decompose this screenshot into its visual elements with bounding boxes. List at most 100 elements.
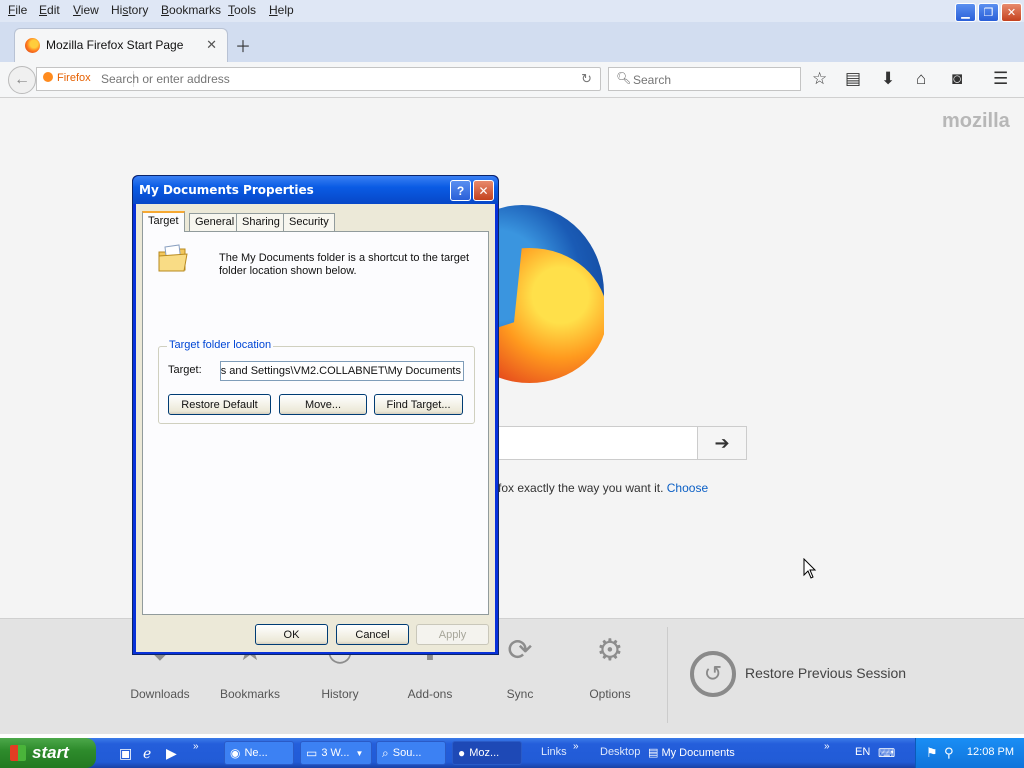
internet-explorer-icon[interactable]: ℯ	[143, 745, 151, 762]
firefox-favicon-icon	[25, 38, 40, 53]
reading-list-icon[interactable]: ▤	[845, 69, 861, 89]
folder-icon: ▭	[306, 746, 318, 760]
menu-edit[interactable]: Edit	[39, 3, 60, 17]
tab-title: Mozilla Firefox Start Page	[46, 38, 184, 52]
my-documents-label: My Documents	[661, 747, 735, 759]
task-label: Ne...	[244, 747, 268, 759]
language-indicator[interactable]: EN	[855, 746, 870, 758]
quick-launch-chevron-icon[interactable]: »	[193, 741, 199, 752]
reload-icon[interactable]: ↻	[581, 71, 592, 87]
dialog-description: The My Documents folder is a shortcut to…	[219, 252, 470, 277]
home-icon[interactable]: ⌂	[916, 69, 926, 89]
tab-security[interactable]: Security	[283, 213, 335, 231]
back-arrow-icon: ←	[14, 71, 30, 88]
menu-hamburger-icon[interactable]: ☰	[993, 69, 1008, 89]
tab-general[interactable]: General	[189, 213, 241, 231]
task-firefox[interactable]: ● Moz...	[452, 741, 522, 765]
tray-search-icon[interactable]: ⚲	[944, 745, 954, 761]
arrow-right-icon: ➔	[714, 432, 730, 453]
start-page-search-input[interactable]	[496, 426, 698, 460]
task-search[interactable]: ⌕ Sou...	[376, 741, 446, 765]
search-tool-icon: ⌕	[382, 745, 389, 760]
group-label: Target folder location	[167, 339, 274, 351]
bookmark-star-icon[interactable]: ☆	[812, 69, 827, 89]
dialog-title: My Documents Properties	[139, 183, 314, 197]
restore-window-icon[interactable]: ❐	[978, 3, 999, 22]
ok-button[interactable]: OK	[255, 624, 328, 645]
site-identity[interactable]: Firefox	[43, 72, 91, 84]
search-icon: 🔍︎	[616, 71, 632, 85]
launcher-label: History	[321, 687, 359, 701]
tagline: fox exactly the way you want it. Choose	[498, 481, 709, 495]
mouse-cursor-icon	[803, 558, 817, 579]
taskbar: start ▣ ℯ ▶ » ◉ Ne... ▭ 3 W... ▼ ⌕ Sou... ● M…	[0, 738, 1024, 768]
restore-default-button[interactable]: Restore Default	[168, 394, 271, 415]
keyboard-icon[interactable]: ⌨	[878, 746, 895, 760]
toolbar-chevron-icon[interactable]: »	[824, 741, 830, 752]
launcher-label: Options	[589, 687, 631, 701]
task-label: Sou...	[392, 747, 422, 759]
firefox-icon: ●	[458, 746, 466, 760]
menu-file[interactable]: File	[8, 3, 27, 17]
close-window-icon[interactable]: ✕	[1001, 3, 1022, 22]
menu-bookmarks[interactable]: Bookmarks	[161, 3, 221, 17]
url-bar[interactable]: Firefox ↻	[36, 67, 601, 91]
menu-bar: File Edit View History Bookmarks Tools H…	[0, 0, 1024, 22]
start-label: start	[32, 743, 69, 762]
new-tab-icon[interactable]: ＋	[235, 33, 251, 57]
start-button[interactable]: start	[0, 738, 96, 768]
menu-tools[interactable]: Tools	[228, 3, 256, 17]
windows-flag-icon	[10, 745, 26, 761]
tab-start-page[interactable]: Mozilla Firefox Start Page ✕	[14, 28, 228, 62]
my-documents-toolbar[interactable]: ▤ My Documents	[648, 746, 735, 759]
my-documents-properties-dialog: My Documents Properties ? ✕ Target Gener…	[132, 175, 499, 655]
url-input[interactable]	[101, 72, 541, 86]
pocket-icon[interactable]: ◙	[952, 69, 962, 89]
show-desktop-icon[interactable]: ▣	[119, 745, 132, 762]
target-tab-panel: The My Documents folder is a shortcut to…	[142, 231, 489, 615]
network-icon[interactable]: ⚑	[926, 745, 938, 761]
clock[interactable]: 12:08 PM	[967, 746, 1014, 758]
group-dropdown-icon: ▼	[355, 748, 364, 758]
links-chevron-icon[interactable]: »	[573, 741, 579, 752]
dialog-body: Target General Sharing Security The My D…	[136, 204, 495, 652]
search-go-button[interactable]: ➔	[697, 426, 747, 460]
task-explorer-group[interactable]: ▭ 3 W... ▼	[300, 741, 372, 765]
find-target-button[interactable]: Find Target...	[374, 394, 463, 415]
target-label: Target:	[168, 364, 202, 376]
minimize-icon[interactable]: ▁	[955, 3, 976, 22]
cancel-button[interactable]: Cancel	[336, 624, 409, 645]
my-documents-folder-icon	[158, 244, 188, 272]
gear-icon: ⚙	[596, 634, 624, 667]
system-tray: ⚑ ⚲ 12:08 PM	[915, 738, 1024, 768]
task-label: Moz...	[469, 747, 500, 759]
links-toolbar[interactable]: Links	[541, 746, 567, 758]
desktop-toolbar[interactable]: Desktop	[600, 746, 640, 758]
search-bar[interactable]: 🔍︎	[608, 67, 801, 91]
target-path-input[interactable]: :s and Settings\VM2.COLLABNET\My Documen…	[220, 361, 464, 381]
help-icon[interactable]: ?	[450, 180, 471, 201]
media-player-icon[interactable]: ▶	[166, 745, 177, 762]
search-input[interactable]	[633, 73, 793, 87]
mozilla-logo: mozilla	[942, 110, 1010, 132]
tab-target[interactable]: Target	[142, 211, 185, 232]
launcher-options[interactable]: ⚙ Options	[565, 631, 655, 701]
tab-strip: Mozilla Firefox Start Page ✕ ＋	[0, 22, 1024, 62]
menu-history[interactable]: History	[111, 3, 148, 17]
choose-link[interactable]: Choose	[667, 481, 708, 495]
menu-view[interactable]: View	[73, 3, 99, 17]
move-button[interactable]: Move...	[279, 394, 367, 415]
dialog-close-icon[interactable]: ✕	[473, 180, 494, 201]
chrome-icon: ◉	[230, 746, 241, 760]
launcher-label: Downloads	[130, 687, 190, 701]
back-button[interactable]: ←	[8, 66, 36, 94]
apply-button[interactable]: Apply	[416, 624, 489, 645]
tab-sharing[interactable]: Sharing	[236, 213, 286, 231]
task-chrome[interactable]: ◉ Ne...	[224, 741, 294, 765]
downloads-icon[interactable]: ⬇	[881, 69, 895, 89]
tab-close-icon[interactable]: ✕	[206, 37, 217, 53]
dialog-title-bar[interactable]: My Documents Properties ? ✕	[133, 176, 498, 204]
target-path-value: :s and Settings\VM2.COLLABNET\My Documen…	[220, 365, 461, 377]
navigation-toolbar: Firefox ↻ ← 🔍︎ ☆ ▤ ⬇ ⌂ ◙ ☰	[0, 62, 1024, 98]
menu-help[interactable]: Help	[269, 3, 294, 17]
